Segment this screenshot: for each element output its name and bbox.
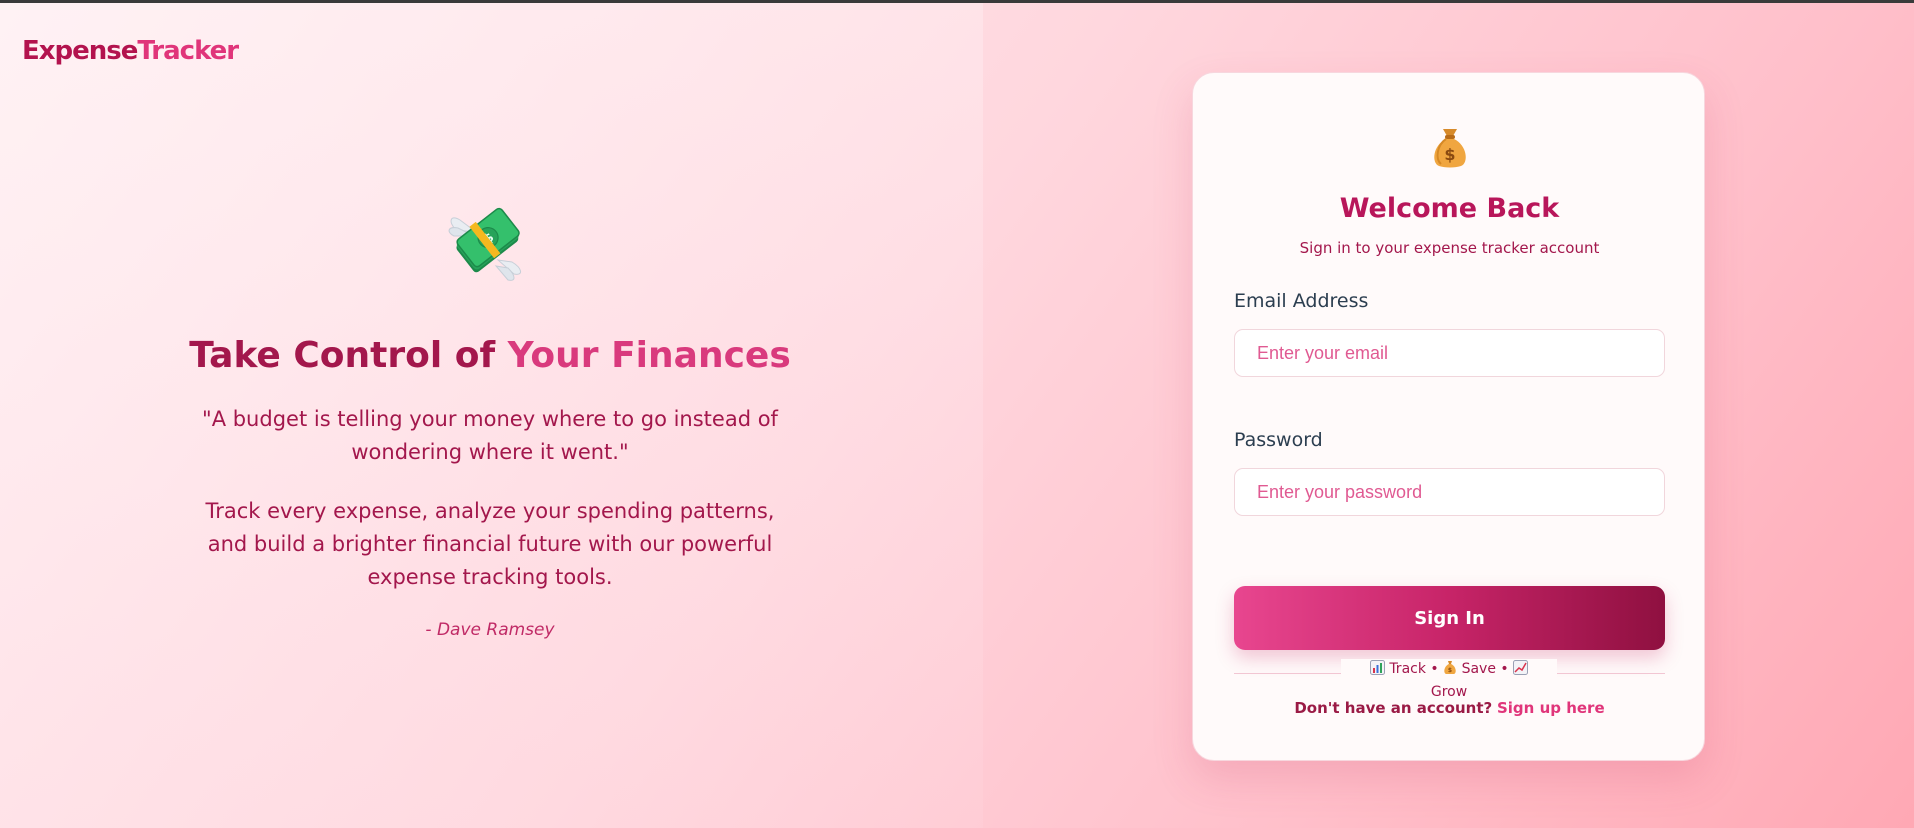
signup-prompt: Don't have an account?	[1294, 699, 1493, 717]
tagline: Track • $ Save • Grow	[1341, 659, 1557, 703]
brand-logo-part1: Expense	[22, 36, 138, 66]
password-input[interactable]	[1234, 468, 1665, 516]
trend-up-icon	[1513, 660, 1529, 682]
quote-author: - Dave Ramsey	[425, 620, 555, 640]
password-label: Password	[1234, 429, 1323, 451]
brand-logo[interactable]: ExpenseTracker	[22, 36, 239, 66]
sign-up-link[interactable]: Sign up here	[1497, 699, 1605, 717]
tagline-track: Track	[1389, 661, 1426, 677]
login-subtitle: Sign in to your expense tracker account	[1299, 239, 1600, 257]
svg-text:$: $	[1444, 145, 1455, 164]
hero-title: Take Control of Your Finances	[0, 335, 980, 376]
login-card: $ Welcome Back Sign in to your expense t…	[1192, 72, 1705, 761]
email-label: Email Address	[1234, 290, 1369, 312]
bar-chart-icon	[1369, 660, 1385, 682]
hero-description: Track every expense, analyze your spendi…	[205, 499, 775, 589]
hero-title-accent: Your Finances	[507, 335, 791, 376]
brand-logo-part2: Tracker	[137, 36, 239, 66]
email-input[interactable]	[1234, 329, 1665, 377]
tagline-separator: •	[1430, 661, 1439, 677]
tagline-save: Save	[1461, 661, 1496, 677]
svg-text:$: $	[1448, 667, 1452, 674]
tagline-separator: •	[1500, 661, 1509, 677]
tagline-grow: Grow	[1430, 684, 1468, 700]
money-with-wings-icon: $	[446, 202, 530, 284]
money-bag-icon: $	[1429, 125, 1471, 169]
sign-in-button[interactable]: Sign In	[1234, 586, 1665, 650]
money-bag-icon: $	[1443, 660, 1457, 682]
hero-title-main: Take Control of	[189, 335, 508, 376]
hero-quote: "A budget is telling your money where to…	[202, 407, 778, 464]
login-title: Welcome Back	[1339, 193, 1560, 224]
signup-row: Don't have an account? Sign up here	[1193, 699, 1706, 717]
